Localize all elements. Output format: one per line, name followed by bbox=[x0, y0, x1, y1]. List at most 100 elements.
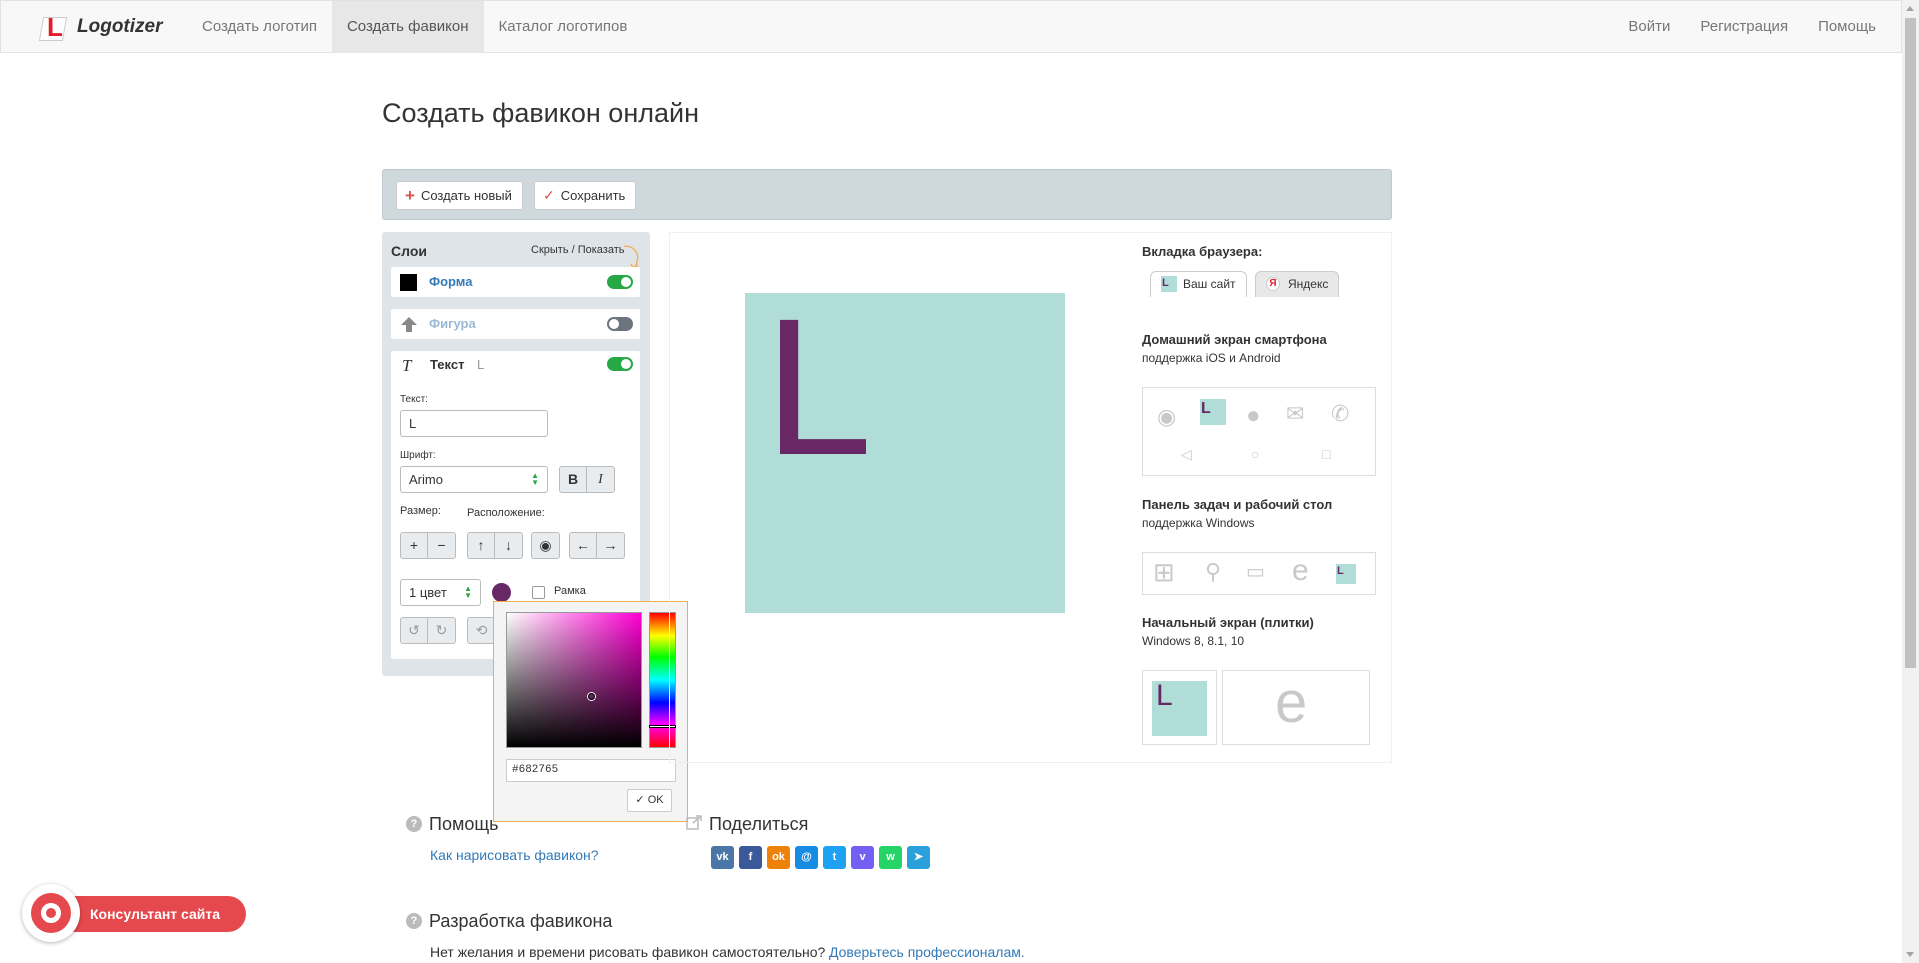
how-to-draw-link[interactable]: Как нарисовать фавикон? bbox=[430, 847, 599, 863]
scrollbar-thumb[interactable] bbox=[1905, 18, 1916, 668]
text-input[interactable]: L bbox=[400, 410, 548, 437]
layer-form[interactable]: Форма bbox=[391, 267, 640, 297]
help-icon: ? bbox=[406, 816, 422, 832]
vk-share-button[interactable]: vk bbox=[711, 846, 734, 869]
layer-text-toggle[interactable] bbox=[607, 357, 633, 371]
layer-figure-toggle[interactable] bbox=[607, 317, 633, 331]
text-layer-icon: T bbox=[402, 356, 412, 375]
move-right-button[interactable]: → bbox=[597, 533, 624, 558]
arrow-up-shape-icon bbox=[401, 317, 417, 332]
frame-checkbox[interactable] bbox=[532, 586, 545, 599]
color-count-select[interactable]: 1 цвет ▲ ▼ bbox=[400, 579, 481, 606]
facebook-share-button[interactable]: f bbox=[739, 846, 762, 869]
font-select[interactable]: Arimo ▲ ▼ bbox=[400, 466, 548, 493]
updown-icon: ▲ ▼ bbox=[464, 584, 472, 600]
hex-input[interactable]: #682765 bbox=[506, 759, 676, 782]
save-label: Сохранить bbox=[560, 188, 626, 203]
consultant-label[interactable]: Консультант сайта bbox=[52, 896, 246, 932]
mail-icon: ✉ bbox=[1286, 401, 1305, 426]
scroll-down-icon[interactable] bbox=[1906, 952, 1914, 957]
viber-share-button[interactable]: v bbox=[851, 846, 874, 869]
move-up-button[interactable]: ↑ bbox=[468, 533, 495, 558]
nav-logo-catalog[interactable]: Каталог логотипов bbox=[484, 1, 643, 53]
size-increase-button[interactable]: + bbox=[401, 533, 428, 558]
move-down-button[interactable]: ↓ bbox=[495, 533, 522, 558]
tile-favicon: L bbox=[1152, 681, 1207, 736]
nav-register[interactable]: Регистрация bbox=[1685, 1, 1803, 53]
tab-your-site[interactable]: L Ваш сайт bbox=[1150, 271, 1247, 297]
text-color-swatch[interactable] bbox=[492, 583, 511, 602]
apps-icon: ● bbox=[1246, 402, 1261, 429]
nav-create-logo[interactable]: Создать логотип bbox=[187, 1, 332, 53]
browser-tab-heading: Вкладка браузера: bbox=[1142, 244, 1263, 259]
dev-heading: Разработка фавикона bbox=[429, 911, 613, 931]
check-icon: ✓ bbox=[635, 794, 645, 806]
undo-icon[interactable]: ↺ bbox=[401, 618, 428, 643]
nav-help[interactable]: Помощь bbox=[1803, 1, 1891, 53]
font-field-label: Шрифт: bbox=[400, 450, 436, 461]
dev-text: Нет желания и времени рисовать фавикон с… bbox=[430, 944, 826, 960]
small-tile: L bbox=[1142, 670, 1217, 745]
save-button[interactable]: ✓ Сохранить bbox=[534, 181, 637, 210]
whatsapp-share-button[interactable]: w bbox=[879, 846, 902, 869]
center-group: ◉ bbox=[531, 532, 560, 559]
nav-login[interactable]: Войти bbox=[1613, 1, 1685, 53]
favicon-canvas[interactable]: L bbox=[745, 278, 1065, 613]
saturation-value-area[interactable] bbox=[506, 612, 642, 748]
phone-preview: ◉ L ● ✉ ✆ ◁ ○ □ bbox=[1142, 387, 1376, 476]
size-decrease-button[interactable]: − bbox=[428, 533, 455, 558]
canvas-letter: L bbox=[764, 278, 873, 496]
taskbar-preview: ⊞ ⚲ ▭ e L bbox=[1142, 552, 1376, 595]
layer-form-toggle[interactable] bbox=[607, 275, 633, 289]
redo-icon[interactable]: ↻ bbox=[428, 618, 455, 643]
layer-text-name: Текст bbox=[430, 357, 465, 372]
font-style-group: B I bbox=[559, 466, 615, 493]
layer-figure-name: Фигура bbox=[429, 316, 476, 331]
tab-yandex[interactable]: Я Яндекс bbox=[1255, 271, 1340, 297]
picker-ok-button[interactable]: ✓ OK bbox=[627, 789, 672, 812]
bold-button[interactable]: B bbox=[560, 467, 587, 492]
font-select-value: Arimo bbox=[409, 472, 443, 487]
tiles-sub: Windows 8, 8.1, 10 bbox=[1142, 634, 1245, 648]
tab-favicon: L bbox=[1161, 276, 1177, 292]
form-color-swatch[interactable] bbox=[400, 274, 417, 291]
page-title: Создать фавикон онлайн bbox=[382, 98, 699, 128]
plus-icon: + bbox=[405, 186, 415, 205]
home-icon: ○ bbox=[1251, 446, 1260, 462]
move-left-button[interactable]: ← bbox=[570, 533, 597, 558]
layer-figure[interactable]: Фигура bbox=[391, 309, 640, 339]
mail-ru-share-button[interactable]: @ bbox=[795, 846, 818, 869]
color-picker: #682765 ✓ OK bbox=[493, 601, 688, 822]
edge-icon: e bbox=[1275, 670, 1308, 735]
vertical-move-group: ↑ ↓ bbox=[467, 532, 523, 559]
layer-form-name: Форма bbox=[429, 274, 473, 289]
logo-text: Logotizer bbox=[77, 16, 163, 37]
nav-create-favicon[interactable]: Создать фавикон bbox=[331, 1, 484, 53]
camera-icon: ◉ bbox=[1157, 404, 1177, 429]
frame-label: Рамка bbox=[554, 585, 586, 597]
telegram-share-button[interactable]: ➤ bbox=[907, 846, 930, 869]
create-new-button[interactable]: + Создать новый bbox=[396, 181, 523, 210]
picker-ok-label: OK bbox=[647, 794, 664, 806]
taskbar-heading: Панель задач и рабочий стол bbox=[1142, 497, 1333, 512]
odnoklassniki-share-button[interactable]: ok bbox=[767, 846, 790, 869]
scroll-up-icon[interactable] bbox=[1906, 6, 1914, 11]
page-scrollbar[interactable] bbox=[1902, 0, 1919, 963]
color-count-value: 1 цвет bbox=[409, 585, 447, 600]
twitter-share-button[interactable]: t bbox=[823, 846, 846, 869]
trust-professionals-link[interactable]: Доверьтесь профессионалам. bbox=[829, 944, 1025, 960]
social-buttons: vk f ok @ t v w ➤ bbox=[711, 846, 930, 869]
italic-button[interactable]: I bbox=[587, 467, 614, 492]
chat-icon bbox=[31, 893, 71, 933]
sv-cursor[interactable] bbox=[588, 693, 595, 700]
logo[interactable]: L Logotizer bbox=[38, 13, 163, 41]
reset-icon[interactable]: ⟲ bbox=[468, 618, 495, 643]
center-button[interactable]: ◉ bbox=[532, 533, 559, 558]
consultant-bubble[interactable] bbox=[22, 884, 80, 942]
share-heading: Поделиться bbox=[709, 814, 809, 834]
editor-toolbar: + Создать новый ✓ Сохранить bbox=[382, 169, 1392, 220]
taskbar-sub: поддержка Windows bbox=[1142, 516, 1255, 530]
back-icon: ◁ bbox=[1181, 446, 1192, 462]
phone-heading: Домашний экран смартфона bbox=[1142, 332, 1327, 347]
top-navbar: L Logotizer Создать логотип Создать фави… bbox=[0, 0, 1902, 53]
